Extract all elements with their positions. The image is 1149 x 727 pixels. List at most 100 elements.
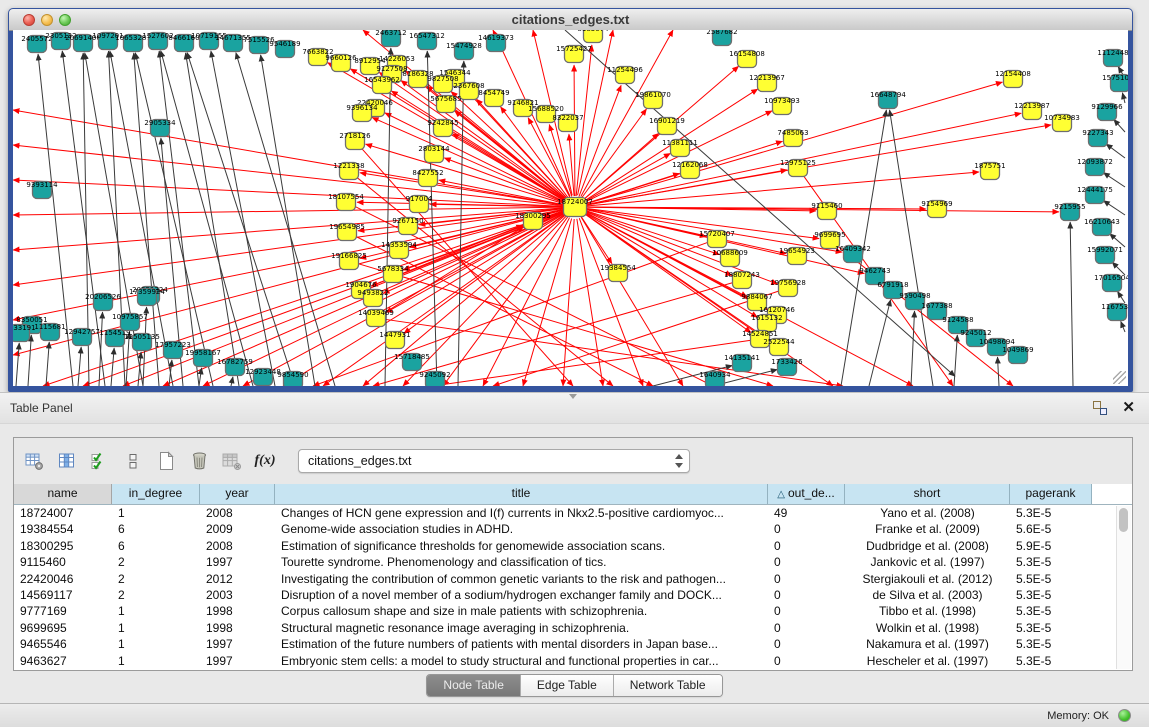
delete-table-button[interactable]: [186, 448, 212, 474]
table-cell[interactable]: 2: [112, 587, 200, 603]
splitter-handle[interactable]: [567, 394, 579, 400]
table-cell[interactable]: 22420046: [14, 571, 112, 587]
table-cell[interactable]: 0: [768, 521, 845, 537]
table-cell[interactable]: 2009: [200, 521, 275, 537]
table-cell[interactable]: Structural magnetic resonance image aver…: [275, 620, 768, 636]
table-row[interactable]: 1938455462009Genome-wide association stu…: [14, 521, 1117, 537]
table-cell[interactable]: 5.3E-5: [1010, 653, 1092, 669]
table-cell[interactable]: 5.5E-5: [1010, 571, 1092, 587]
tab-edge-table[interactable]: Edge Table: [520, 675, 613, 696]
graph-edge[interactable]: [261, 55, 315, 386]
table-cell[interactable]: 1: [112, 603, 200, 619]
table-cell[interactable]: Estimation of significance thresholds fo…: [275, 538, 768, 554]
tab-network-table[interactable]: Network Table: [613, 675, 722, 696]
graph-edge[interactable]: [78, 347, 81, 386]
table-cell[interactable]: Dudbridge et al. (2008): [845, 538, 1010, 554]
graph-edge[interactable]: [28, 335, 31, 386]
graph-edge[interactable]: [1070, 222, 1073, 386]
graph-edge[interactable]: [1103, 173, 1125, 187]
table-cell[interactable]: 19384554: [14, 521, 112, 537]
graph-edge[interactable]: [1122, 93, 1125, 103]
table-row[interactable]: 1456911722003Disruption of a novel membe…: [14, 587, 1117, 603]
graph-edge[interactable]: [46, 342, 49, 386]
table-cell[interactable]: 1997: [200, 554, 275, 570]
graph-edge[interactable]: [13, 180, 563, 206]
table-cell[interactable]: Disruption of a novel member of a sodium…: [275, 587, 768, 603]
table-cell[interactable]: 9463627: [14, 653, 112, 669]
graph-edge[interactable]: [1110, 234, 1125, 247]
table-cell[interactable]: 6: [112, 538, 200, 554]
table-cell[interactable]: 0: [768, 554, 845, 570]
table-row[interactable]: 977716911998Corpus callosum shape and si…: [14, 603, 1117, 619]
column-header-in_degree[interactable]: in_degree: [112, 484, 200, 504]
column-chooser-button[interactable]: [54, 448, 80, 474]
table-cell[interactable]: Estimation of the future numbers of pati…: [275, 636, 768, 652]
table-vertical-scrollbar[interactable]: [1116, 506, 1131, 669]
table-cell[interactable]: 9777169: [14, 603, 112, 619]
table-cell[interactable]: 0: [768, 636, 845, 652]
close-panel-icon[interactable]: ✕: [1122, 398, 1135, 418]
table-cell[interactable]: 1998: [200, 620, 275, 636]
tab-node-table[interactable]: Node Table: [427, 675, 520, 696]
graph-edge[interactable]: [187, 53, 295, 386]
graph-edge[interactable]: [1106, 144, 1125, 158]
table-cell[interactable]: 0: [768, 653, 845, 669]
table-row[interactable]: 1830029562008Estimation of significance …: [14, 538, 1117, 554]
memory-status-icon[interactable]: [1118, 709, 1131, 722]
table-cell[interactable]: 5.3E-5: [1010, 603, 1092, 619]
table-cell[interactable]: Hescheler et al. (1997): [845, 653, 1010, 669]
graph-edge[interactable]: [954, 335, 957, 386]
column-header-title[interactable]: title: [275, 484, 768, 504]
table-cell[interactable]: 18300295: [14, 538, 112, 554]
table-cell[interactable]: 1: [112, 620, 200, 636]
table-row[interactable]: 1872400712008Changes of HCN gene express…: [14, 505, 1117, 521]
table-cell[interactable]: Investigating the contribution of common…: [275, 571, 768, 587]
table-cell[interactable]: 1: [112, 653, 200, 669]
graph-edge[interactable]: [13, 110, 563, 205]
graph-edge[interactable]: [111, 348, 114, 386]
graph-edge[interactable]: [1114, 119, 1125, 132]
function-builder-button[interactable]: f(x): [252, 448, 278, 474]
graph-edge[interactable]: [161, 51, 253, 386]
new-table-button[interactable]: [153, 448, 179, 474]
table-cell[interactable]: 0: [768, 571, 845, 587]
table-cell[interactable]: Genome-wide association studies in ADHD.: [275, 521, 768, 537]
column-header-short[interactable]: short: [845, 484, 1010, 504]
graph-edge[interactable]: [236, 53, 335, 386]
table-cell[interactable]: Stergiakouli et al. (2012): [845, 571, 1010, 587]
import-table-button[interactable]: [219, 448, 245, 474]
resize-grip-icon[interactable]: [1113, 371, 1126, 384]
table-cell[interactable]: 1998: [200, 603, 275, 619]
graph-edge[interactable]: [1117, 291, 1125, 303]
table-row[interactable]: 946362711997Embryonic stem cells: a mode…: [14, 653, 1117, 669]
select-rows-button[interactable]: [87, 448, 113, 474]
table-cell[interactable]: 2008: [200, 505, 275, 521]
float-panel-icon[interactable]: [1093, 401, 1107, 415]
table-cell[interactable]: 1997: [200, 636, 275, 652]
table-row[interactable]: 911546021997Tourette syndrome. Phenomeno…: [14, 554, 1117, 570]
table-row[interactable]: 2242004622012Investigating the contribut…: [14, 571, 1117, 587]
table-cell[interactable]: Embryonic stem cells: a model to study s…: [275, 653, 768, 669]
table-cell[interactable]: 0: [768, 538, 845, 554]
graph-edge[interactable]: [1121, 321, 1125, 332]
table-cell[interactable]: 9115460: [14, 554, 112, 570]
table-cell[interactable]: 18724007: [14, 505, 112, 521]
table-cell[interactable]: 1997: [200, 653, 275, 669]
column-header-out_de[interactable]: △out_de...: [768, 484, 845, 504]
table-cell[interactable]: 6: [112, 521, 200, 537]
table-cell[interactable]: Wolkin et al. (1998): [845, 620, 1010, 636]
table-cell[interactable]: Yano et al. (2008): [845, 505, 1010, 521]
graph-edge[interactable]: [998, 357, 999, 386]
table-cell[interactable]: 0: [768, 620, 845, 636]
network-window-titlebar[interactable]: citations_edges.txt: [9, 9, 1132, 31]
column-header-name[interactable]: name: [14, 484, 112, 504]
table-cell[interactable]: 49: [768, 505, 845, 521]
graph-edge[interactable]: [16, 343, 19, 386]
graph-edge[interactable]: [99, 312, 103, 386]
table-cell[interactable]: 5.3E-5: [1010, 636, 1092, 652]
graph-edge[interactable]: [869, 300, 891, 386]
table-cell[interactable]: 5.3E-5: [1010, 554, 1092, 570]
table-cell[interactable]: 2012: [200, 571, 275, 587]
table-cell[interactable]: 0: [768, 587, 845, 603]
table-cell[interactable]: 5.9E-5: [1010, 538, 1092, 554]
